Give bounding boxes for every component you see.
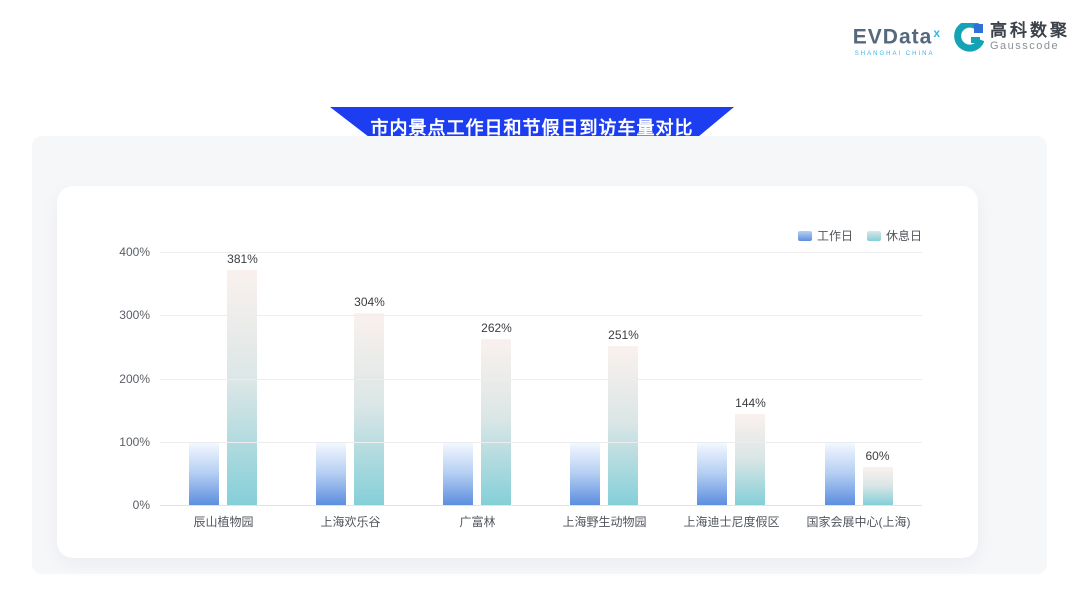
gausscode-g-icon	[954, 23, 984, 53]
legend-label: 工作日	[817, 227, 853, 244]
x-axis-labels-wrap: 辰山植物园上海欢乐谷广富林上海野生动物园上海迪士尼度假区国家会展中心(上海)	[160, 252, 922, 505]
evdata-logo: EVDatax SHANGHAI CHINA	[853, 22, 940, 57]
gausscode-text: 高科数聚 Gausscode	[990, 22, 1070, 53]
x-category-label: 辰山植物园	[160, 513, 287, 530]
x-axis-labels: 辰山植物园上海欢乐谷广富林上海野生动物园上海迪士尼度假区国家会展中心(上海)	[160, 513, 922, 530]
page: EVDatax SHANGHAI CHINA 高科数聚 Gausscode 市内…	[0, 0, 1080, 608]
gausscode-logo: 高科数聚 Gausscode	[954, 22, 1070, 53]
evdata-logo-text: EVDatax	[853, 26, 940, 48]
gausscode-cn: 高科数聚	[990, 22, 1070, 40]
chart-legend: 工作日 休息日	[798, 227, 922, 244]
evdata-subtext: SHANGHAI CHINA	[853, 51, 935, 57]
header-logos: EVDatax SHANGHAI CHINA 高科数聚 Gausscode	[853, 22, 1070, 57]
legend-label: 休息日	[886, 227, 922, 244]
x-category-label: 广富林	[414, 513, 541, 530]
y-tick-label: 400%	[106, 245, 150, 259]
legend-swatch	[798, 231, 812, 241]
legend-item-休息日[interactable]: 休息日	[867, 227, 922, 244]
x-category-label: 上海野生动物园	[541, 513, 668, 530]
y-tick-label: 200%	[106, 372, 150, 386]
y-tick-label: 100%	[106, 435, 150, 449]
x-category-label: 上海迪士尼度假区	[668, 513, 795, 530]
x-category-label: 上海欢乐谷	[287, 513, 414, 530]
legend-item-工作日[interactable]: 工作日	[798, 227, 853, 244]
gausscode-en: Gausscode	[990, 40, 1070, 53]
evdata-wordmark: EVData	[853, 25, 933, 48]
legend-swatch	[867, 231, 881, 241]
y-tick-label: 300%	[106, 308, 150, 322]
evdata-superscript: x	[933, 26, 940, 40]
x-axis-line	[160, 505, 922, 506]
x-category-label: 国家会展中心(上海)	[795, 513, 922, 530]
y-tick-label: 0%	[106, 498, 150, 512]
chart-card: 工作日休息日 381%304%262%251%144%60% 0%100%200…	[57, 186, 978, 558]
